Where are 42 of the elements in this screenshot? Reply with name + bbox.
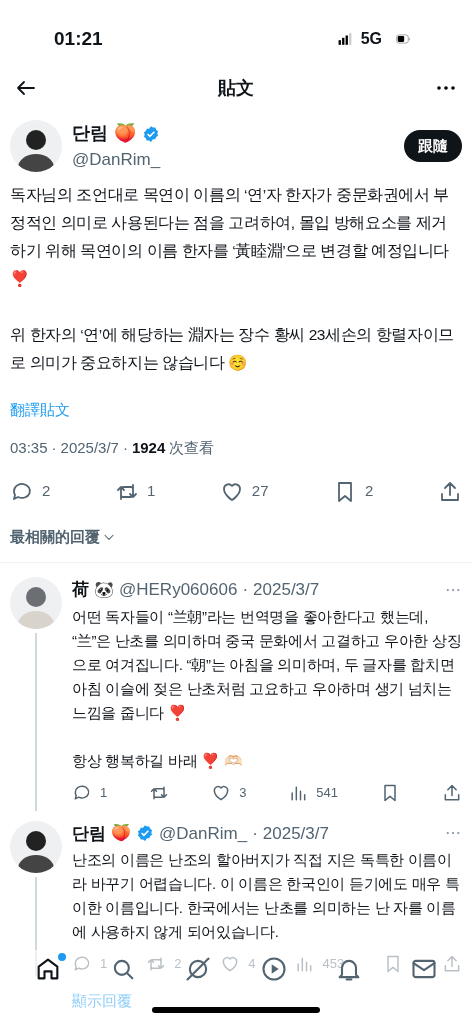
author-name: 단림	[72, 122, 108, 145]
repost-button[interactable]: 1	[114, 479, 156, 504]
like-button[interactable]: 27	[219, 479, 269, 504]
reply-button[interactable]: 2	[10, 479, 51, 504]
reply-author-name: 단림	[72, 822, 106, 845]
bookmark-button[interactable]: 2	[333, 479, 374, 504]
name-emoji: 🍑	[114, 122, 136, 145]
network-label: 5G	[360, 29, 382, 49]
reply-button[interactable]: 1	[72, 782, 108, 803]
page-title: 貼文	[218, 76, 254, 100]
separator-dot: ·	[122, 438, 128, 458]
name-emoji: 🍑	[111, 823, 131, 844]
sort-dropdown[interactable]: 最相關的回覆	[0, 525, 126, 548]
translate-link[interactable]: 翻譯貼文	[10, 398, 70, 421]
speech-bubble-icon	[72, 954, 92, 974]
view-count: 1924	[131, 438, 166, 458]
post-date: 2025/3/7	[60, 438, 119, 458]
reply-text: 항상 행복하길 바래 ❣ 🫶🏻	[72, 750, 244, 771]
post-time: 03:35	[10, 438, 48, 458]
post-text: 위 한자의 ‘연’에 해당하는 淵자는 장수 황씨 23세손의 항렬자이므로 의미가 중요하지는 않습니다 ☺	[10, 324, 455, 373]
views-button[interactable]: 541	[288, 782, 339, 803]
reply-date: 2025/3/7	[262, 822, 329, 845]
separator-dot: ·	[242, 579, 249, 601]
views-label: 次查看	[169, 438, 215, 458]
reply-date: 2025/3/7	[253, 579, 320, 601]
separator-dot: ·	[252, 822, 258, 845]
name-emoji: 🐼	[94, 579, 114, 600]
status-time: 01:21	[54, 26, 103, 51]
tab-button[interactable]	[184, 955, 213, 983]
reply-handle: @HERy060606	[119, 579, 238, 601]
post-text: 독자님의 조언대로 목연이 이름의 ‘연’자 한자가 중문화권에서 부정적인 의미로 사용된다는 점을 고려하여, 몰입 방해요소를 제거하기 위해 목연이의 이름 한자를 ‘黃睦淵’으로 변경할 예정입니다 ❣	[10, 184, 451, 289]
reply-author-name: 荷	[72, 579, 89, 601]
like-button[interactable]: 3	[211, 782, 247, 803]
reply-text: 난조의 이름은 난조의 할아버지가 직접 지은 독특한 이름이라 바꾸기 어렵습니다. 이 이름은 한국인이 듣기에도 매우 특이한 이름입니다. 한국에서는 난초를 의미하는 난 자를 이름에 사용하지 않게 되어있습니다.	[72, 850, 461, 942]
tab-button[interactable]	[259, 955, 288, 983]
slashed-circle-icon	[184, 955, 213, 983]
reply-text: 어떤 독자들이 “兰朝”라는 번역명을 좋아한다고 했는데, “兰”은 난초를 의미하며 중국 문화에서 고결하고 우아한 상징으로 여겨집니다. “朝”는 아침을 의미하며, 두 글자를 합치면 아침 이슬에 젖은 난초처럼 고요하고 우아하며 생기 넘치는 느낌을 줍니다 ❣	[72, 606, 462, 723]
play-icon	[259, 955, 288, 983]
separator-dot: ·	[51, 438, 57, 458]
author-handle: @DanRim_	[72, 149, 162, 171]
follow-button[interactable]: 跟隨	[404, 130, 462, 163]
reply-handle: @DanRim_	[159, 822, 248, 845]
